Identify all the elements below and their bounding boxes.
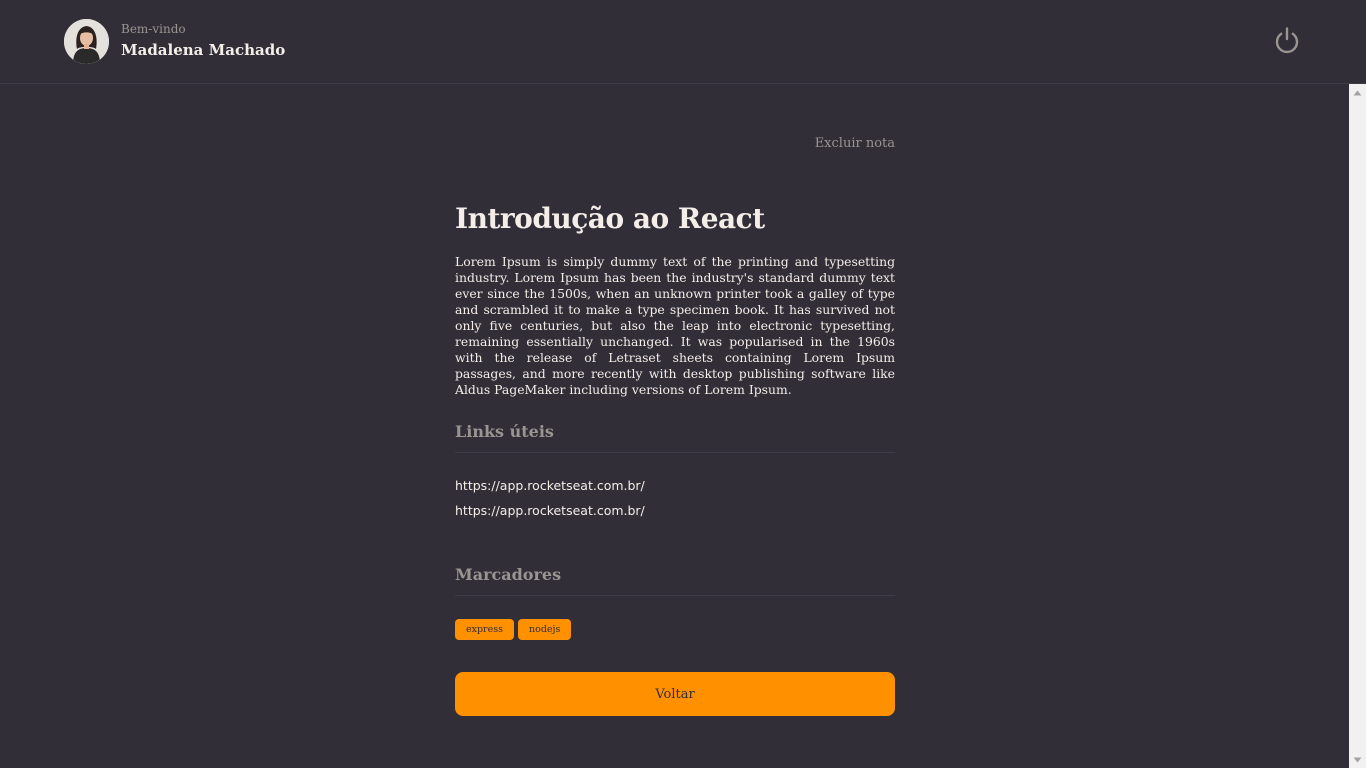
avatar (64, 19, 109, 64)
user-name[interactable]: Madalena Machado (121, 39, 285, 61)
tag: nodejs (517, 619, 572, 640)
header: Bem-vindo Madalena Machado (0, 0, 1366, 84)
tags-section-title: Marcadores (455, 565, 895, 596)
back-button[interactable]: Voltar (455, 672, 895, 716)
welcome-label: Bem-vindo (121, 22, 186, 36)
delete-note-button[interactable]: Excluir nota (815, 136, 895, 151)
note-body: Lorem Ipsum is simply dummy text of the … (455, 254, 895, 397)
links-section-title: Links úteis (455, 422, 895, 453)
tag-list: express nodejs (455, 619, 572, 640)
power-icon[interactable] (1272, 25, 1302, 55)
scroll-up-arrow-icon[interactable] (1349, 84, 1366, 101)
link-item[interactable]: https://app.rocketseat.com.br/ (455, 503, 645, 518)
user-profile[interactable]: Bem-vindo Madalena Machado (64, 19, 285, 64)
tag: express (455, 619, 514, 640)
note-title: Introdução ao React (455, 202, 765, 235)
scroll-down-arrow-icon[interactable] (1349, 751, 1366, 768)
link-item[interactable]: https://app.rocketseat.com.br/ (455, 478, 645, 493)
scrollbar[interactable] (1349, 84, 1366, 768)
